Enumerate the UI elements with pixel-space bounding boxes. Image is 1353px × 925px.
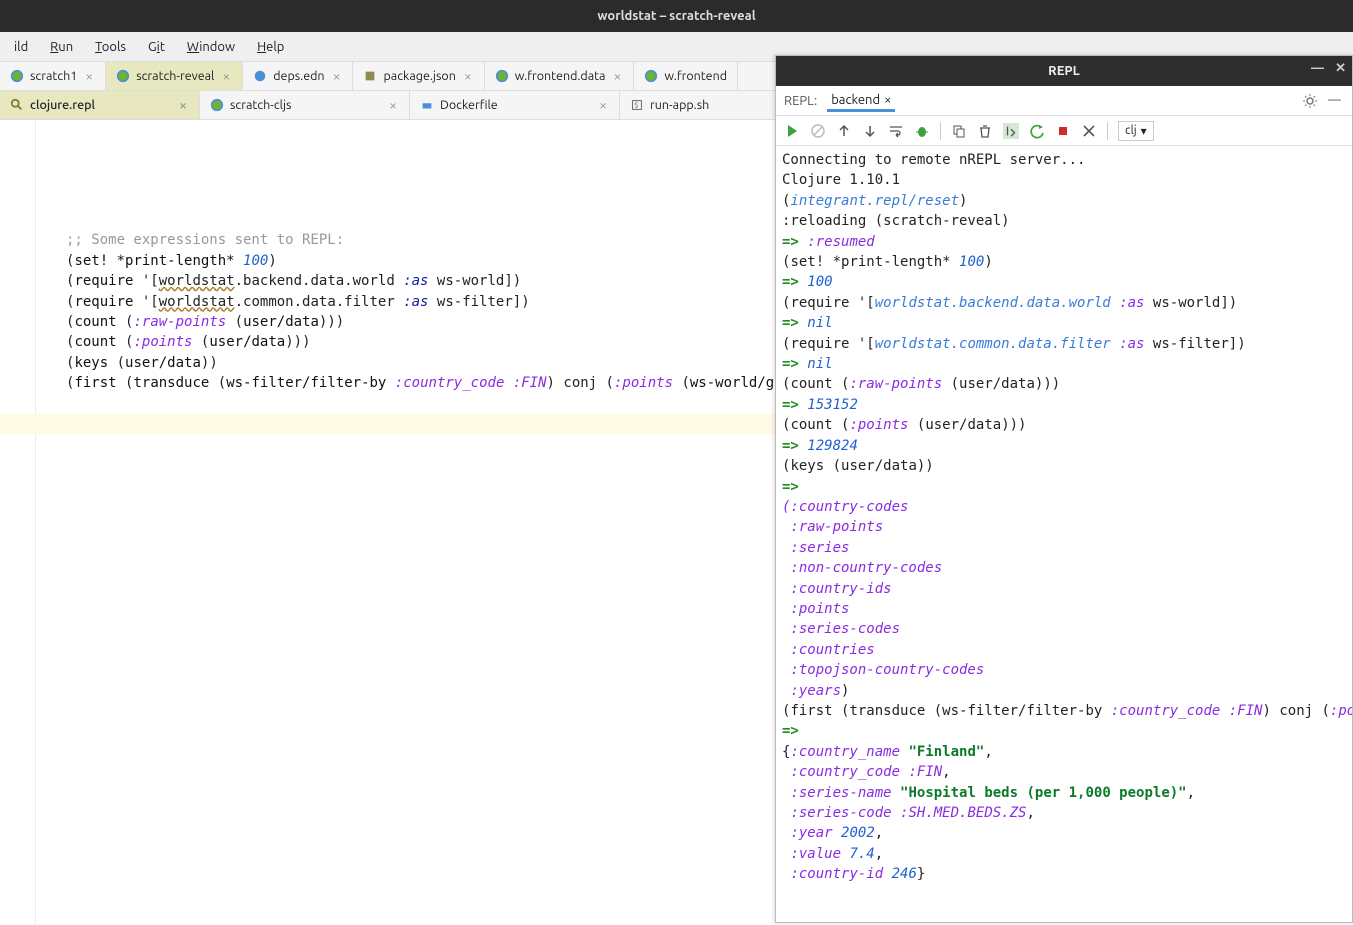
- menu-help[interactable]: Help: [247, 36, 294, 58]
- arrow-down-icon[interactable]: [862, 123, 878, 139]
- tab-package-json[interactable]: package.json ×: [353, 62, 484, 90]
- tab-label: w.frontend.data: [515, 69, 606, 83]
- gear-icon[interactable]: [1302, 93, 1318, 109]
- menu-window[interactable]: Window: [177, 36, 245, 58]
- close-icon[interactable]: ×: [177, 97, 189, 113]
- close-icon[interactable]: ×: [331, 68, 343, 84]
- arrow-up-icon[interactable]: [836, 123, 852, 139]
- tab-clojure-repl[interactable]: clojure.repl ×: [0, 91, 200, 119]
- menu-git[interactable]: Git: [138, 36, 175, 58]
- tab-label: Dockerfile: [440, 98, 498, 112]
- minimize-icon[interactable]: —: [1328, 93, 1344, 109]
- close-icon[interactable]: ×: [597, 97, 609, 113]
- separator: [1107, 122, 1108, 140]
- search-icon: [10, 98, 24, 112]
- menu-tools[interactable]: Tools: [85, 36, 136, 58]
- clojure-icon: [495, 69, 509, 83]
- tab-label: scratch-reveal: [136, 69, 214, 83]
- repl-toolbar: clj ▾: [776, 116, 1352, 146]
- copy-icon[interactable]: [951, 123, 967, 139]
- close-icon[interactable]: ×: [387, 97, 399, 113]
- separator: [940, 122, 941, 140]
- docker-icon: [420, 98, 434, 112]
- scroll-to-end-icon[interactable]: [1003, 123, 1019, 139]
- edn-icon: [253, 69, 267, 83]
- json-icon: [363, 69, 377, 83]
- tab-w-frontend-data[interactable]: w.frontend.data ×: [485, 62, 635, 90]
- tab-label: w.frontend: [664, 69, 727, 83]
- stop-icon[interactable]: [1055, 123, 1071, 139]
- tab-scratch1[interactable]: scratch1 ×: [0, 62, 106, 90]
- repl-titlebar[interactable]: REPL — ✕: [776, 56, 1352, 86]
- tab-label: scratch-cljs: [230, 98, 291, 112]
- close-icon[interactable]: ×: [220, 68, 232, 84]
- stop-disabled-icon: [810, 123, 826, 139]
- clojure-icon: [116, 69, 130, 83]
- chevron-down-icon: ▾: [1141, 124, 1147, 138]
- tab-dockerfile[interactable]: Dockerfile ×: [410, 91, 620, 119]
- tab-label: clojure.repl: [30, 98, 95, 112]
- close-session-icon[interactable]: [1081, 123, 1097, 139]
- clojure-icon: [210, 98, 224, 112]
- editor-gutter: [0, 120, 36, 925]
- close-icon[interactable]: ×: [884, 93, 891, 107]
- close-icon[interactable]: ×: [83, 68, 95, 84]
- tab-scratch-cljs[interactable]: scratch-cljs ×: [200, 91, 410, 119]
- svg-text:$: $: [634, 102, 638, 110]
- repl-session-tab[interactable]: backend ×: [827, 89, 895, 112]
- minimize-icon[interactable]: —: [1311, 61, 1324, 75]
- repl-output[interactable]: Connecting to remote nREPL server... Clo…: [776, 146, 1352, 889]
- tab-label: package.json: [383, 69, 455, 83]
- tab-deps-edn[interactable]: deps.edn ×: [243, 62, 353, 90]
- tab-label: deps.edn: [273, 69, 324, 83]
- rerun-icon[interactable]: [1029, 123, 1045, 139]
- repl-label: REPL:: [784, 94, 817, 108]
- repl-tool-window: REPL — ✕ REPL: backend × — clj ▾ Connect…: [775, 55, 1353, 923]
- tab-w-frontend[interactable]: w.frontend: [634, 62, 738, 90]
- tab-label: run-app.sh: [650, 98, 709, 112]
- repl-session-name: backend: [831, 93, 880, 107]
- tab-label: scratch1: [30, 69, 77, 83]
- repl-subbar: REPL: backend × —: [776, 86, 1352, 116]
- repl-title-text: REPL: [1048, 64, 1080, 78]
- window-title: worldstat – scratch-reveal: [597, 9, 755, 23]
- clojure-icon: [644, 69, 658, 83]
- repl-lang-dropdown[interactable]: clj ▾: [1118, 121, 1154, 141]
- editor-content: ;; Some expressions sent to REPL: (set! …: [66, 210, 833, 394]
- trash-icon[interactable]: [977, 123, 993, 139]
- close-icon[interactable]: ✕: [1335, 61, 1346, 76]
- close-icon[interactable]: ×: [462, 68, 474, 84]
- close-icon[interactable]: ×: [611, 68, 623, 84]
- bug-icon[interactable]: [914, 123, 930, 139]
- run-icon[interactable]: [784, 123, 800, 139]
- tab-scratch-reveal[interactable]: scratch-reveal ×: [106, 62, 243, 90]
- wrap-icon[interactable]: [888, 123, 904, 139]
- clojure-icon: [10, 69, 24, 83]
- window-titlebar: worldstat – scratch-reveal: [0, 0, 1353, 32]
- menu-run[interactable]: Run: [40, 36, 83, 58]
- shell-icon: $: [630, 98, 644, 112]
- repl-lang-value: clj: [1125, 124, 1137, 137]
- menu-ild[interactable]: ild: [4, 36, 38, 58]
